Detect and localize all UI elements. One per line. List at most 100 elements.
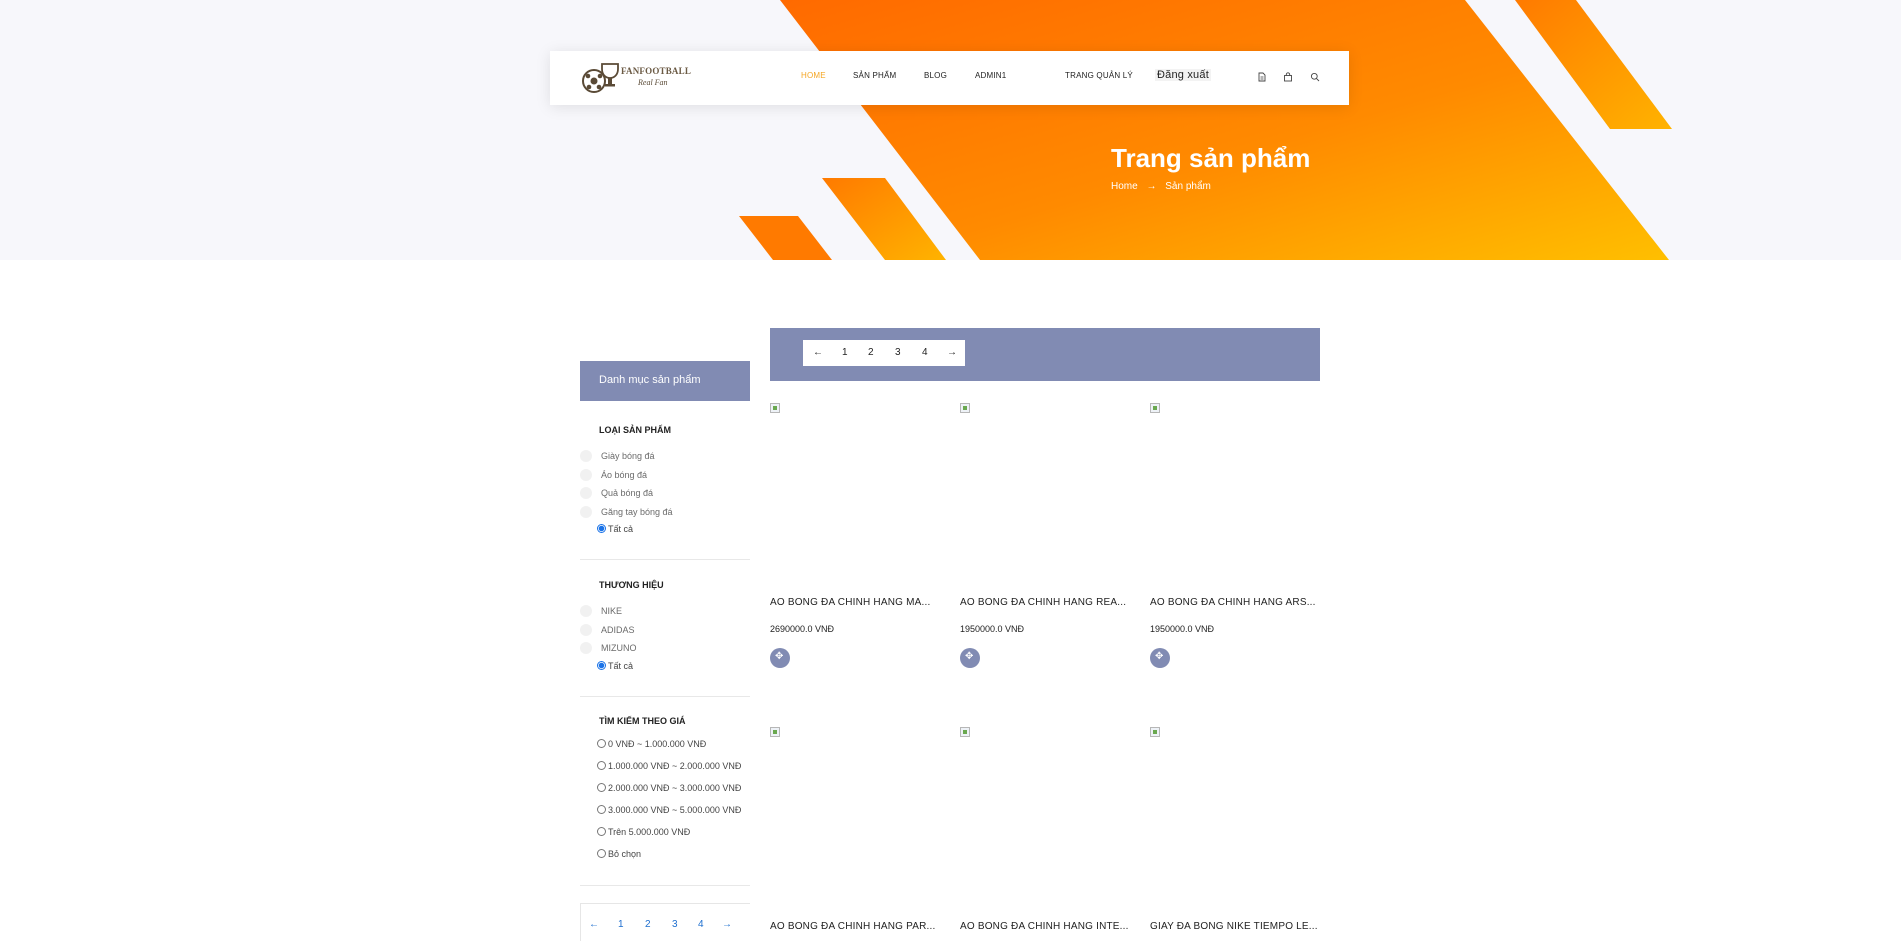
radio-ring-icon: [580, 605, 592, 617]
brand-option-label: NIKE: [601, 606, 623, 616]
brand-option[interactable]: MIZUNO: [580, 639, 750, 658]
broken-image-icon[interactable]: [1150, 403, 1160, 413]
bag-icon[interactable]: [1283, 72, 1293, 82]
category-header: Danh mục sản phẩm: [580, 361, 750, 401]
divider: [580, 884, 750, 886]
brand-option-all[interactable]: Tất cả: [580, 658, 750, 674]
brand-option[interactable]: ADIDAS: [580, 621, 750, 640]
brand-option-label: ADIDAS: [601, 624, 635, 635]
breadcrumb-arrow-icon: →: [1146, 181, 1157, 192]
page-link[interactable]: 4: [698, 919, 704, 930]
navbar: FANFOOTBALL Real Fan HOME SẢN PHẨM BLOG …: [550, 51, 1349, 105]
radio-ring-icon: [580, 505, 592, 518]
broken-image-icon[interactable]: [960, 403, 970, 413]
price-option-label: 1.000.000 VNĐ ~ 2.000.000 VNĐ: [608, 760, 742, 771]
price-option[interactable]: Trên 5.000.000 VNĐ: [580, 821, 750, 843]
nav-products[interactable]: SẢN PHẨM: [853, 71, 896, 80]
nav-admin[interactable]: TRANG QUẢN LÝ: [1065, 71, 1133, 80]
product-price: 1950000.0 VNĐ: [1150, 624, 1215, 634]
add-to-cart-button[interactable]: [960, 648, 980, 668]
radio-icon: [597, 760, 606, 770]
price-option[interactable]: 2.000.000 VNĐ ~ 3.000.000 VNĐ: [580, 777, 750, 799]
radio-ring-icon: [580, 468, 592, 481]
next-page-arrow-icon[interactable]: →: [947, 347, 957, 358]
pagination: ← 1 2 3 4 →: [803, 340, 965, 366]
price-option-clear[interactable]: Bỏ chọn: [580, 843, 750, 865]
type-option-label: Giày bóng đá: [601, 451, 655, 461]
radio-checked-icon: [597, 660, 606, 670]
type-filter-title: LOẠI SẢN PHẨM: [599, 425, 671, 435]
broken-image-icon[interactable]: [1150, 727, 1160, 737]
radio-icon: [597, 782, 606, 792]
nav-user[interactable]: ADMIN1: [975, 71, 1006, 80]
search-icon[interactable]: [1310, 72, 1320, 82]
breadcrumb-home[interactable]: Home: [1111, 181, 1138, 192]
page-title: Trang sản phẩm: [1111, 143, 1311, 173]
type-option-label: Quả bóng đá: [601, 488, 654, 498]
file-icon[interactable]: [1257, 72, 1267, 82]
logout-button[interactable]: Đăng xuất: [1155, 69, 1211, 81]
type-option[interactable]: Quả bóng đá: [580, 484, 750, 503]
broken-image-icon[interactable]: [770, 727, 780, 737]
product-name[interactable]: AO BONG ĐA CHINH HANG ARS...: [1150, 597, 1320, 608]
price-option[interactable]: 0 VNĐ ~ 1.000.000 VNĐ: [580, 733, 750, 755]
price-option-label: 3.000.000 VNĐ ~ 5.000.000 VNĐ: [608, 804, 742, 815]
prev-page-arrow-icon[interactable]: ←: [813, 347, 823, 358]
type-option[interactable]: Áo bóng đá: [580, 466, 750, 485]
page-link[interactable]: 4: [922, 347, 928, 358]
price-option[interactable]: 1.000.000 VNĐ ~ 2.000.000 VNĐ: [580, 755, 750, 777]
page-link[interactable]: 1: [618, 919, 624, 930]
page-link[interactable]: 3: [672, 919, 678, 930]
radio-ring-icon: [580, 623, 592, 636]
page-link[interactable]: 1: [842, 347, 848, 358]
brand-filter-title: THƯƠNG HIỆU: [599, 580, 664, 590]
hero-stripe-2: [739, 216, 832, 260]
broken-image-icon[interactable]: [960, 727, 970, 737]
product-name[interactable]: AO BONG ĐA CHINH HANG INTE...: [960, 921, 1130, 932]
price-option-label: Bỏ chọn: [608, 848, 642, 859]
nav-home[interactable]: HOME: [801, 71, 826, 80]
radio-checked-icon: [597, 524, 606, 533]
add-to-cart-button[interactable]: [1150, 648, 1170, 668]
brand-option-label: Tất cả: [608, 660, 634, 671]
price-option-label: 0 VNĐ ~ 1.000.000 VNĐ: [608, 738, 707, 749]
price-filter-title: TÌM KIẾM THEO GIÁ: [599, 715, 686, 726]
nav-blog[interactable]: BLOG: [924, 71, 947, 80]
trophy-ball-icon: [582, 63, 619, 93]
radio-ring-icon: [580, 450, 592, 462]
type-option-label: Tất cả: [608, 524, 634, 534]
product-name[interactable]: AO BONG ĐA CHINH HANG REA...: [960, 597, 1130, 608]
broken-image-icon[interactable]: [770, 403, 780, 413]
price-option-label: 2.000.000 VNĐ ~ 3.000.000 VNĐ: [608, 782, 742, 793]
radio-ring-icon: [580, 487, 592, 499]
type-option-label: Găng tay bóng đá: [601, 506, 673, 517]
logo-script: Real Fan: [638, 78, 668, 87]
price-option-label: Trên 5.000.000 VNĐ: [608, 826, 691, 837]
product-name[interactable]: GIAY ĐA BONG NIKE TIEMPO LE...: [1150, 921, 1320, 932]
logo[interactable]: FANFOOTBALL Real Fan: [580, 61, 700, 95]
brand-option-label: MIZUNO: [601, 643, 637, 653]
type-option[interactable]: Giày bóng đá: [580, 447, 750, 466]
product-price: 1950000.0 VNĐ: [960, 624, 1025, 634]
page-link[interactable]: 2: [645, 919, 651, 930]
type-option-all[interactable]: Tất cả: [580, 521, 750, 537]
next-page-arrow-icon[interactable]: →: [722, 919, 732, 930]
radio-icon: [597, 848, 606, 858]
breadcrumb: Home → Sản phẩm: [1111, 181, 1217, 192]
price-option[interactable]: 3.000.000 VNĐ ~ 5.000.000 VNĐ: [580, 799, 750, 821]
brand-option[interactable]: NIKE: [580, 602, 750, 621]
type-option-label: Áo bóng đá: [601, 469, 648, 480]
prev-page-arrow-icon[interactable]: ←: [589, 919, 599, 930]
page-link[interactable]: 2: [868, 347, 874, 358]
radio-icon: [597, 738, 606, 748]
radio-ring-icon: [580, 642, 592, 654]
add-to-cart-button[interactable]: [770, 648, 790, 668]
hero-banner: Trang sản phẩm Home → Sản phẩm: [0, 0, 1901, 260]
sidebar-pagination: ← 1 2 3 4 →: [580, 903, 750, 941]
hero-shapes: [739, 0, 1672, 260]
sidebar: Danh mục sản phẩm LOẠI SẢN PHẨM Giày bón…: [580, 361, 750, 941]
page-link[interactable]: 3: [895, 347, 901, 358]
product-name[interactable]: AO BONG ĐA CHINH HANG PAR...: [770, 921, 940, 932]
product-name[interactable]: AO BONG ĐA CHINH HANG MA...: [770, 597, 940, 608]
type-option[interactable]: Găng tay bóng đá: [580, 503, 750, 522]
